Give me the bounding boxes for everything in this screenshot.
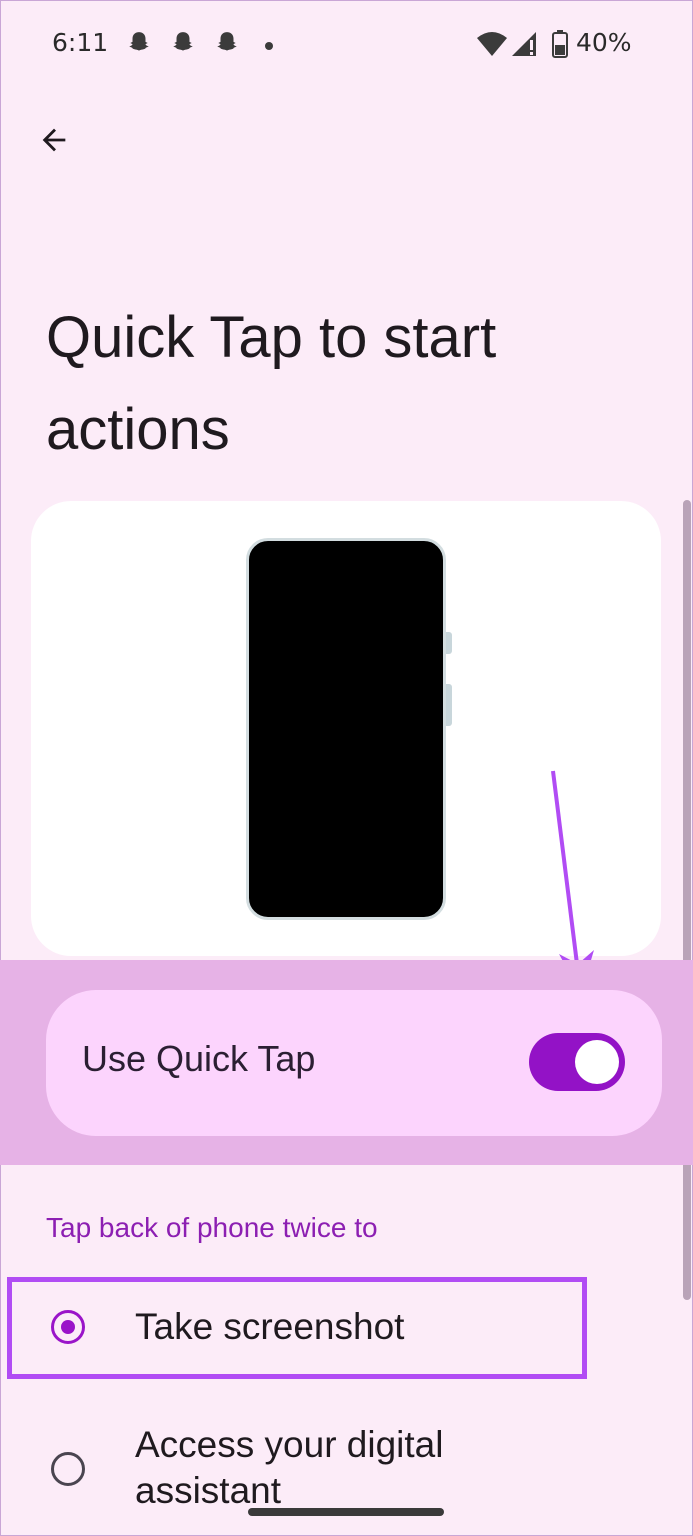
snapchat-notification-icon [129,32,149,51]
page-title: Quick Tap to start actions [46,305,497,462]
use-quick-tap-label: Use Quick Tap [82,1038,316,1079]
phone-side-button [446,684,452,726]
back-button[interactable] [30,116,78,164]
digital-assistant-radio[interactable] [51,1452,85,1486]
scrollbar[interactable] [683,500,691,1300]
take-screenshot-radio[interactable] [51,1310,85,1344]
more-notifications-dot [265,42,273,50]
use-quick-tap-switch[interactable] [529,1033,625,1091]
section-header: Tap back of phone twice to [46,1212,378,1243]
phone-illustration [246,538,446,920]
phone-side-button [446,632,452,654]
home-gesture-bar[interactable] [248,1508,444,1516]
snapchat-notification-icon [173,32,193,51]
status-bar: 6:11 40% [0,0,693,90]
wifi-icon [477,32,507,56]
take-screenshot-label[interactable]: Take screenshot [135,1304,404,1350]
switch-knob [575,1040,619,1084]
battery-icon [552,30,568,58]
battery-percentage: 40% [576,28,632,57]
cellular-signal-icon [512,32,536,56]
arrow-back-icon [42,128,66,152]
digital-assistant-label[interactable]: Access your digital assistant [135,1422,565,1514]
snapchat-notification-icon [217,32,237,51]
status-time: 6:11 [52,28,109,57]
